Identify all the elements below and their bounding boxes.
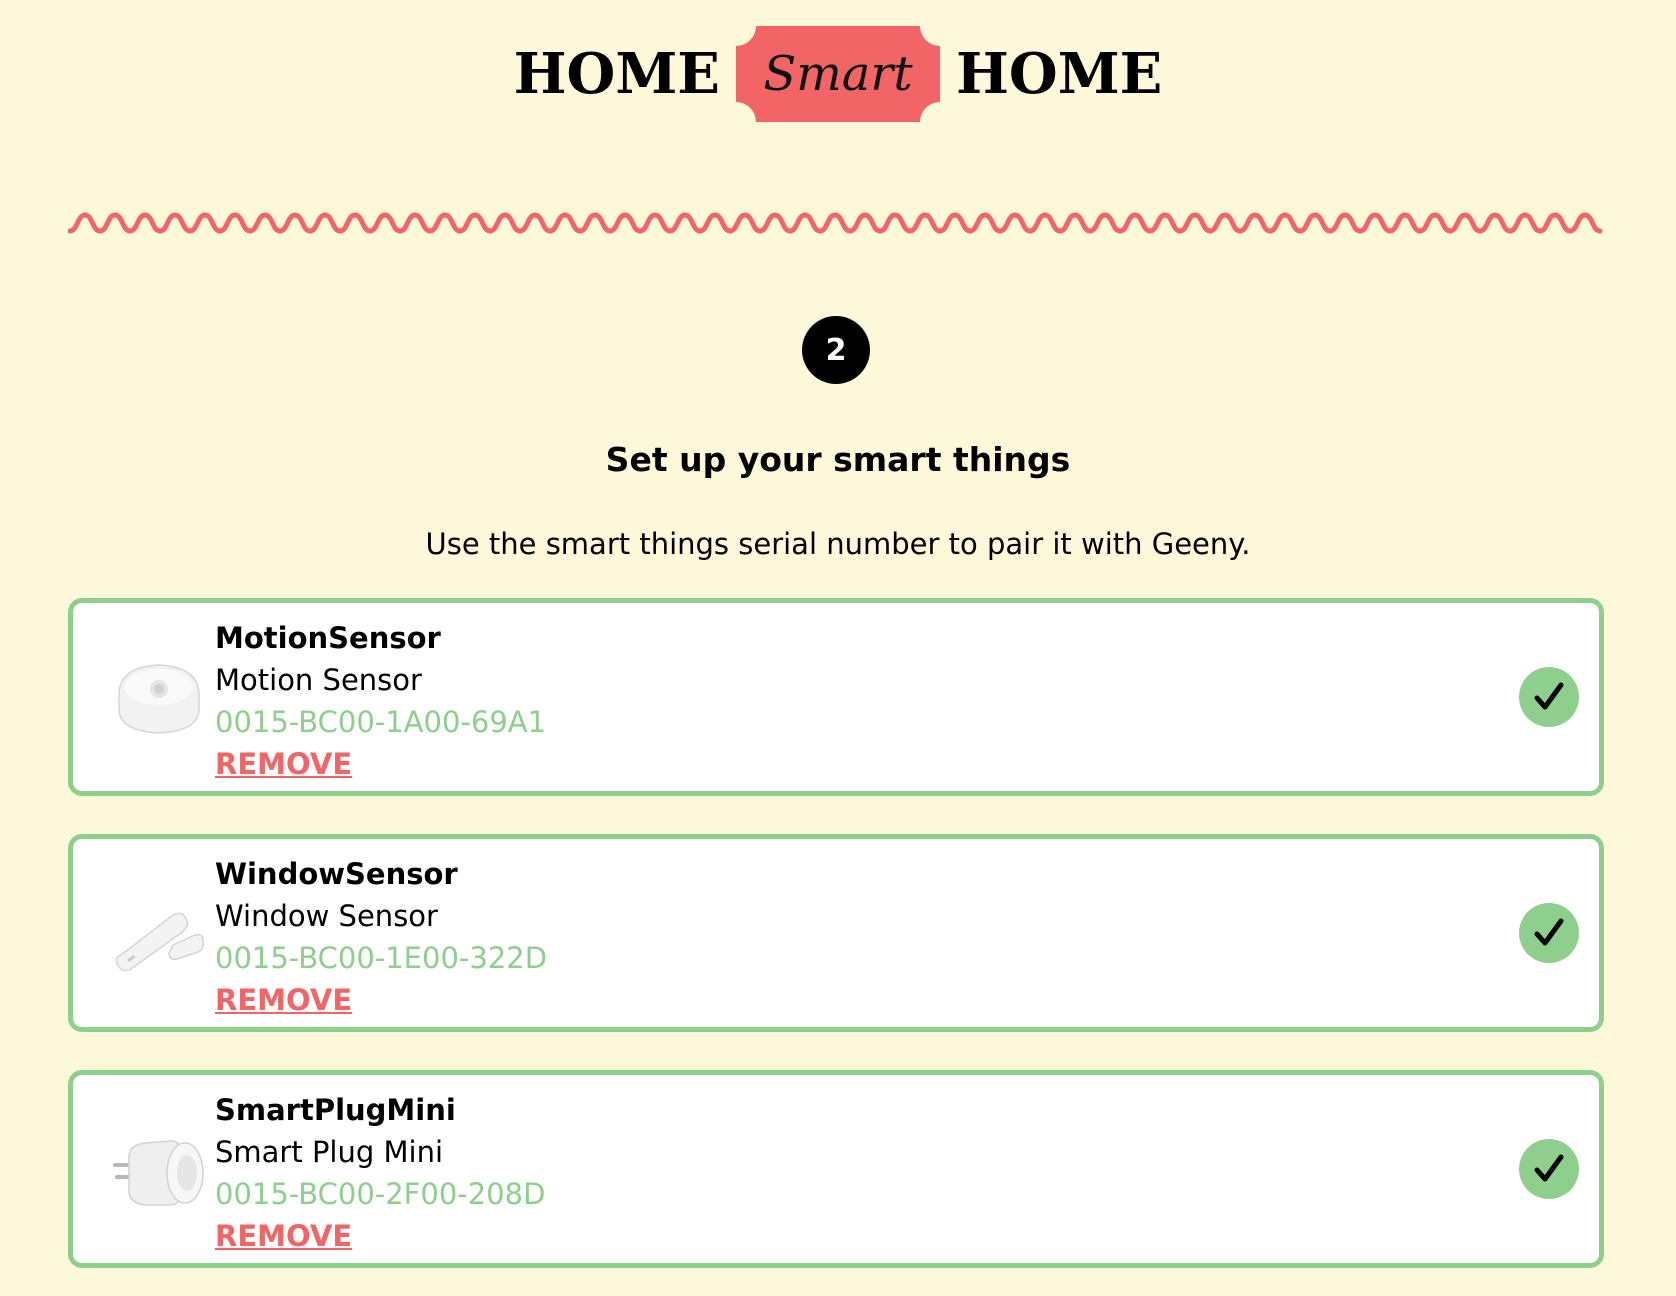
logo-badge-text: Smart <box>763 46 913 102</box>
wavy-divider <box>68 212 1603 234</box>
device-name: Window Sensor <box>215 899 438 933</box>
remove-link[interactable]: REMOVE <box>215 743 546 785</box>
check-icon <box>1519 1139 1579 1199</box>
page-subtitle: Use the smart things serial number to pa… <box>425 527 1251 561</box>
device-id: MotionSensor <box>215 621 441 655</box>
smart-plug-image <box>113 1140 204 1206</box>
logo-word-left: HOME <box>513 41 720 107</box>
device-name: Smart Plug Mini <box>215 1135 444 1169</box>
device-serial: 0015-BC00-1E00-322D <box>215 941 548 975</box>
device-name: Motion Sensor <box>215 663 422 697</box>
check-icon <box>1519 667 1579 727</box>
logo-badge: Smart <box>736 26 940 122</box>
device-id: SmartPlugMini <box>215 1093 456 1127</box>
motion-sensor-image <box>118 664 200 734</box>
device-card-smart-plug: SmartPlugMini Smart Plug Mini 0015-BC00-… <box>68 1070 1604 1268</box>
page-title: Set up your smart things <box>605 440 1071 479</box>
check-icon <box>1519 903 1579 963</box>
logo-word-right: HOME <box>956 41 1163 107</box>
device-id: WindowSensor <box>215 857 458 891</box>
step-number-badge: 2 <box>802 316 870 384</box>
device-card-motion-sensor: MotionSensor Motion Sensor 0015-BC00-1A0… <box>68 598 1604 796</box>
device-card-window-sensor: WindowSensor Window Sensor 0015-BC00-1E0… <box>68 834 1604 1032</box>
device-serial: 0015-BC00-2F00-208D <box>215 1177 546 1211</box>
remove-link[interactable]: REMOVE <box>215 1215 545 1257</box>
app-logo: HOME Smart HOME <box>0 26 1676 122</box>
window-sensor-image <box>115 912 204 972</box>
device-serial: 0015-BC00-1A00-69A1 <box>215 705 547 739</box>
remove-link[interactable]: REMOVE <box>215 979 547 1021</box>
